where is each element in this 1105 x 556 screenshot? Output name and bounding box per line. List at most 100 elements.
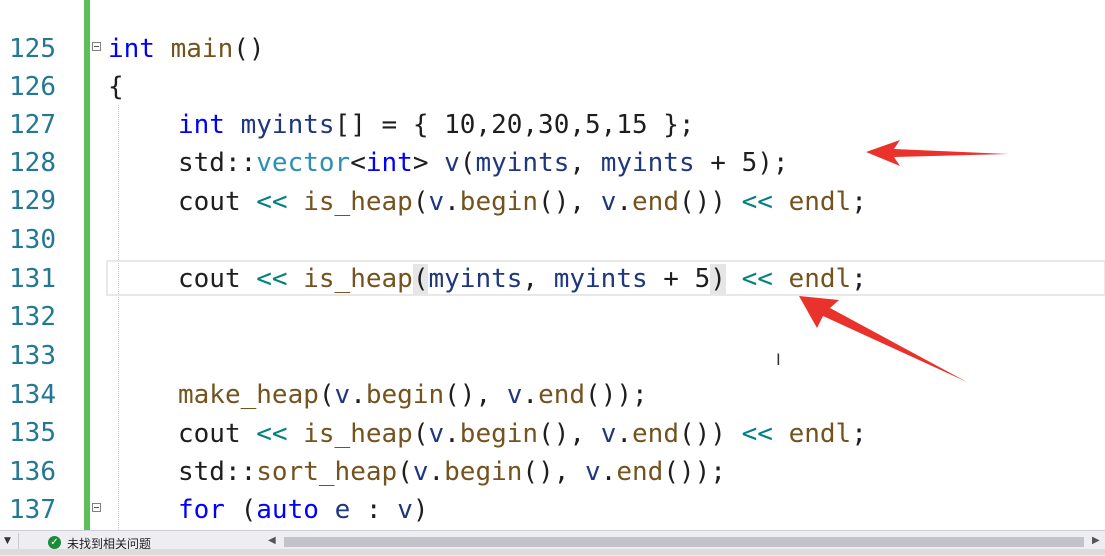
- punct: ;: [632, 380, 648, 410]
- variable: v: [600, 187, 617, 217]
- red-arrow-annotation: [866, 140, 1008, 166]
- variable: v: [428, 419, 445, 449]
- operator: <<: [256, 187, 288, 217]
- function-name: end: [616, 457, 664, 487]
- dropdown-arrow-icon[interactable]: ▼: [4, 536, 11, 546]
- scroll-right-icon[interactable]: ▶: [1092, 535, 1100, 546]
- punct: :: [350, 495, 398, 525]
- punct: (): [538, 187, 570, 217]
- punct: .: [522, 380, 539, 410]
- operator: <<: [256, 264, 288, 294]
- punct: ,: [553, 457, 586, 487]
- keyword: int: [365, 148, 413, 178]
- identifier: cout: [178, 419, 241, 449]
- variable: myints: [428, 264, 523, 294]
- matched-paren: ): [710, 264, 726, 294]
- punct: .: [428, 457, 445, 487]
- function-name: begin: [444, 457, 523, 487]
- variable: v: [444, 148, 460, 178]
- variable: v: [506, 380, 523, 410]
- code-line[interactable]: 130 cout << is_heap(v.begin(), v.end()) …: [0, 183, 1105, 255]
- keyword: int: [108, 34, 155, 64]
- function-name: begin: [459, 419, 539, 449]
- punct: (: [412, 419, 429, 449]
- operator: <<: [741, 419, 773, 449]
- keyword: auto: [256, 495, 319, 525]
- punct: ,: [569, 148, 601, 178]
- fold-collapse-icon[interactable]: [92, 503, 101, 512]
- punct: ,: [569, 419, 601, 449]
- punct: ,: [475, 380, 507, 410]
- variable: myints: [600, 148, 695, 178]
- code-line[interactable]: 127 {: [0, 68, 1105, 140]
- punct: (: [240, 495, 257, 525]
- code-line[interactable]: 126 int main(): [0, 30, 1105, 102]
- function-name: sort_heap: [256, 457, 398, 487]
- horizontal-scrollbar[interactable]: [284, 537, 1084, 547]
- fold-collapse-icon[interactable]: [92, 42, 101, 51]
- keyword: for: [178, 495, 225, 525]
- function-name: endl: [788, 419, 852, 449]
- check-circle-icon[interactable]: ✓: [48, 536, 61, 549]
- type-name: vector: [256, 148, 351, 178]
- matched-paren: (: [412, 264, 429, 294]
- punct: .: [600, 457, 617, 487]
- punct: (: [459, 148, 476, 178]
- number-list: 10,20,30,5,15: [444, 110, 648, 140]
- punct: ): [757, 148, 773, 178]
- variable: myints: [240, 110, 335, 140]
- punct: };: [647, 110, 695, 140]
- function-name: is_heap: [303, 264, 413, 294]
- function-name: end: [632, 419, 679, 449]
- operator: <<: [256, 419, 288, 449]
- namespace: std::: [178, 148, 257, 178]
- punct: {: [108, 72, 124, 102]
- variable: e: [334, 495, 351, 525]
- code-line[interactable]: 137 std::sort_heap(v.begin(), v.end());: [0, 453, 1105, 525]
- code-line[interactable]: 138 for (auto e : v): [0, 491, 1105, 529]
- punct: (): [585, 380, 617, 410]
- punct: (): [538, 419, 570, 449]
- function-name: end: [538, 380, 586, 410]
- code-line[interactable]: 136 cout << is_heap(v.begin(), v.end()) …: [0, 415, 1105, 487]
- function-name: begin: [459, 187, 539, 217]
- expression: + 5: [647, 264, 711, 294]
- function-name: is_heap: [303, 187, 413, 217]
- punct: ;: [772, 148, 789, 178]
- code-line[interactable]: 131: [0, 222, 1105, 294]
- punct: ): [616, 380, 633, 410]
- red-arrow-annotation: [799, 296, 967, 382]
- function-name: main: [170, 34, 234, 64]
- punct: ,: [569, 187, 601, 217]
- function-name: make_heap: [178, 380, 319, 410]
- punct: ,: [522, 264, 554, 294]
- variable: myints: [553, 264, 648, 294]
- variable: v: [397, 495, 413, 525]
- punct: (): [444, 380, 476, 410]
- punct: (): [678, 187, 711, 217]
- operator: <<: [741, 187, 773, 217]
- punct: ;: [851, 187, 867, 217]
- keyword: int: [178, 110, 225, 140]
- punct: .: [444, 187, 460, 217]
- operator: <<: [741, 264, 773, 294]
- variable: v: [585, 457, 601, 487]
- text-cursor-icon: I: [776, 350, 781, 369]
- punct: [] = {: [334, 110, 445, 140]
- punct: ): [412, 495, 429, 525]
- function-name: endl: [788, 187, 852, 217]
- punct: .: [616, 187, 633, 217]
- punct: .: [616, 419, 633, 449]
- punct: >: [412, 148, 429, 178]
- punct: (: [318, 380, 335, 410]
- function-name: is_heap: [303, 419, 413, 449]
- function-name: begin: [365, 380, 445, 410]
- code-editor[interactable]: 125 126 int main() 127 { 128 int myints[…: [0, 0, 1105, 530]
- punct: (): [663, 457, 695, 487]
- punct: ): [710, 187, 726, 217]
- code-line[interactable]: 125: [0, 0, 1105, 64]
- scroll-left-icon[interactable]: ◀: [268, 535, 276, 546]
- namespace: std::: [178, 457, 257, 487]
- punct: ): [710, 419, 726, 449]
- bottom-edge: [0, 549, 1105, 555]
